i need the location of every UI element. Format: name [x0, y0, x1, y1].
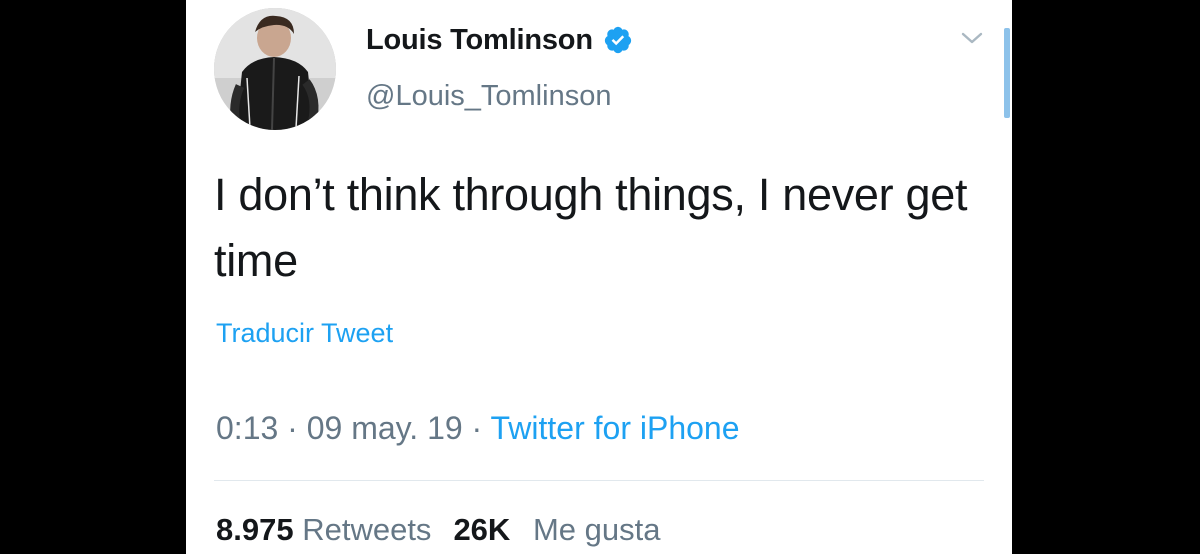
avatar-photo — [214, 8, 336, 130]
tweet-time[interactable]: 0:13 — [216, 410, 278, 446]
retweets-stat[interactable]: 8.975 Retweets — [216, 512, 431, 547]
meta-separator: · — [462, 410, 491, 446]
chevron-down-icon[interactable] — [960, 28, 984, 48]
author-handle[interactable]: @Louis_Tomlinson — [366, 80, 611, 113]
tweet-source-link[interactable]: Twitter for iPhone — [491, 410, 740, 446]
retweets-count: 8.975 — [216, 512, 294, 547]
scroll-indicator — [1004, 28, 1010, 118]
retweets-label: Retweets — [302, 512, 432, 547]
meta-separator: · — [278, 410, 307, 446]
tweet-date[interactable]: 09 may. 19 — [307, 410, 463, 446]
tweet-card: Louis Tomlinson @Louis_Tomlinson I don’t… — [186, 0, 1012, 554]
translate-tweet-link[interactable]: Traducir Tweet — [216, 318, 393, 349]
tweet-stats: 8.975 Retweets 26K Me gusta — [216, 512, 660, 548]
author-row: Louis Tomlinson — [366, 20, 633, 60]
divider — [214, 480, 984, 481]
display-name[interactable]: Louis Tomlinson — [366, 24, 593, 57]
likes-stat[interactable]: 26K Me gusta — [453, 512, 660, 547]
tweet-text: I don’t think through things, I never ge… — [214, 169, 968, 286]
avatar[interactable] — [214, 8, 336, 130]
tweet-meta: 0:13 · 09 may. 19 · Twitter for iPhone — [216, 410, 740, 447]
likes-count: 26K — [453, 512, 511, 547]
verified-badge-icon — [603, 25, 633, 55]
likes-label: Me gusta — [532, 512, 661, 547]
